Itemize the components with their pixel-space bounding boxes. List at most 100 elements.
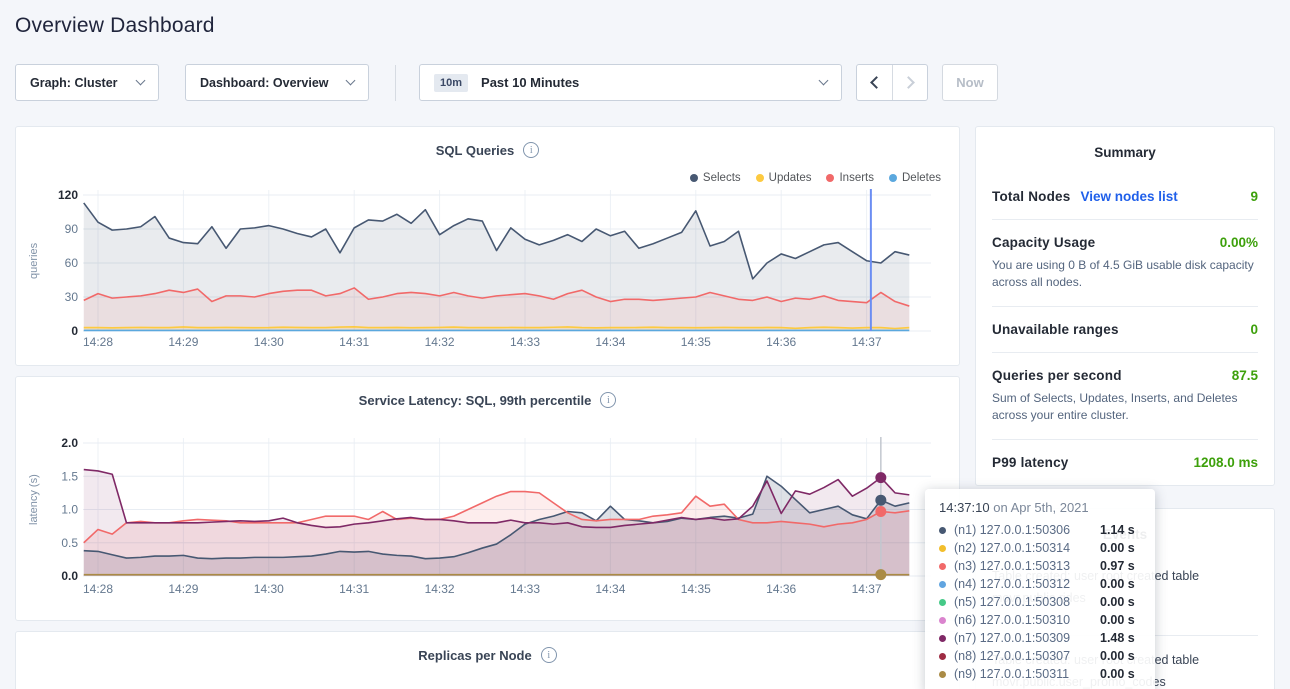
total-nodes-value: 9 — [1250, 189, 1258, 204]
svg-text:30: 30 — [65, 290, 79, 304]
tooltip-row: (n8) 127.0.0.1:503070.00 s — [939, 647, 1141, 665]
y-axis-label: latency (s) — [28, 505, 40, 525]
sql-queries-panel: SQL Queries SelectsUpdatesInsertsDeletes… — [15, 126, 960, 366]
svg-text:14:32: 14:32 — [425, 335, 455, 349]
legend-dot-icon — [889, 174, 897, 182]
capacity-subtext: You are using 0 B of 4.5 GiB usable disk… — [992, 257, 1258, 291]
svg-text:14:29: 14:29 — [168, 335, 198, 349]
svg-text:0.0: 0.0 — [61, 569, 78, 583]
svg-text:1.5: 1.5 — [61, 469, 78, 483]
now-button[interactable]: Now — [942, 64, 998, 101]
svg-text:14:32: 14:32 — [425, 582, 455, 596]
svg-text:14:35: 14:35 — [681, 582, 711, 596]
series-dot-icon — [939, 671, 946, 678]
tooltip-node-value: 0.00 s — [1100, 667, 1135, 681]
toolbar-divider — [395, 65, 396, 101]
tooltip-node-value: 0.00 s — [1100, 577, 1135, 591]
series-dot-icon — [939, 581, 946, 588]
p99-latency-value: 1208.0 ms — [1193, 455, 1258, 470]
tooltip-row: (n2) 127.0.0.1:503140.00 s — [939, 539, 1141, 557]
tooltip-node-value: 0.00 s — [1100, 595, 1135, 609]
chart-title: SQL Queries — [436, 143, 515, 158]
svg-text:14:33: 14:33 — [510, 335, 540, 349]
page-title: Overview Dashboard — [15, 14, 1275, 38]
chart-title: Replicas per Node — [418, 648, 531, 663]
sql-queries-title-row: SQL Queries — [16, 127, 959, 158]
time-range-dropdown[interactable]: 10m Past 10 Minutes — [419, 64, 842, 101]
chevron-down-icon — [346, 76, 356, 86]
time-forward-button[interactable] — [892, 65, 927, 100]
svg-text:14:30: 14:30 — [254, 582, 284, 596]
tooltip-row: (n5) 127.0.0.1:503080.00 s — [939, 593, 1141, 611]
series-dot-icon — [939, 653, 946, 660]
svg-text:14:33: 14:33 — [510, 582, 540, 596]
info-icon[interactable] — [523, 142, 539, 158]
svg-text:14:37: 14:37 — [852, 335, 882, 349]
series-dot-icon — [939, 599, 946, 606]
tooltip-row: (n3) 127.0.0.1:503130.97 s — [939, 557, 1141, 575]
tooltip-row: (n1) 127.0.0.1:503061.14 s — [939, 521, 1141, 539]
tooltip-node-label: (n3) 127.0.0.1:50313 — [954, 559, 1100, 573]
tooltip-node-label: (n4) 127.0.0.1:50312 — [954, 577, 1100, 591]
summary-header: Summary — [992, 127, 1258, 173]
tooltip-row: (n4) 127.0.0.1:503120.00 s — [939, 575, 1141, 593]
charts-column: SQL Queries SelectsUpdatesInsertsDeletes… — [15, 126, 960, 689]
tooltip-node-value: 0.00 s — [1100, 541, 1135, 555]
y-axis-label: queries — [28, 259, 40, 279]
capacity-label: Capacity Usage — [992, 235, 1095, 250]
summary-row-total-nodes: Total Nodes View nodes list 9 — [992, 173, 1258, 219]
qps-subtext: Sum of Selects, Updates, Inserts, and De… — [992, 390, 1258, 424]
series-dot-icon — [939, 635, 946, 642]
qps-label: Queries per second — [992, 368, 1122, 383]
svg-text:14:37: 14:37 — [852, 582, 882, 596]
svg-text:14:30: 14:30 — [254, 335, 284, 349]
replicas-title-row: Replicas per Node — [16, 632, 959, 663]
tooltip-node-value: 0.00 s — [1100, 649, 1135, 663]
time-back-button[interactable] — [857, 65, 892, 100]
svg-text:14:34: 14:34 — [595, 582, 625, 596]
tooltip-timestamp: 14:37:10 on Apr 5th, 2021 — [939, 500, 1141, 515]
total-nodes-label: Total Nodes — [992, 189, 1070, 204]
replicas-per-node-panel: Replicas per Node — [15, 631, 960, 689]
dashboard-dropdown-label: Dashboard: Overview — [200, 76, 329, 90]
series-dot-icon — [939, 617, 946, 624]
unavailable-ranges-label: Unavailable ranges — [992, 322, 1119, 337]
svg-text:14:34: 14:34 — [595, 335, 625, 349]
chevron-down-icon — [819, 76, 829, 86]
view-nodes-list-link[interactable]: View nodes list — [1080, 189, 1177, 204]
series-dot-icon — [939, 545, 946, 552]
summary-row-p99: P99 latency 1208.0 ms — [992, 439, 1258, 485]
legend-dot-icon — [690, 174, 698, 182]
tooltip-node-label: (n6) 127.0.0.1:50310 — [954, 613, 1100, 627]
p99-latency-label: P99 latency — [992, 455, 1069, 470]
dashboard-dropdown[interactable]: Dashboard: Overview — [185, 64, 369, 101]
toolbar: Graph: Cluster Dashboard: Overview 10m P… — [15, 64, 1275, 101]
svg-text:0: 0 — [71, 324, 78, 338]
tooltip-node-label: (n1) 127.0.0.1:50306 — [954, 523, 1100, 537]
svg-text:14:36: 14:36 — [766, 335, 796, 349]
sql-queries-chart[interactable]: 14:2814:2914:3014:3114:3214:3314:3414:35… — [16, 182, 961, 362]
info-icon[interactable] — [541, 647, 557, 663]
graph-dropdown[interactable]: Graph: Cluster — [15, 64, 159, 101]
summary-row-qps: Queries per second 87.5 Sum of Selects, … — [992, 352, 1258, 439]
chevron-left-icon — [870, 76, 883, 89]
info-icon[interactable] — [600, 392, 616, 408]
time-range-label: Past 10 Minutes — [481, 75, 579, 90]
series-dot-icon — [939, 527, 946, 534]
summary-row-unavailable: Unavailable ranges 0 — [992, 306, 1258, 352]
time-range-badge: 10m — [434, 74, 468, 92]
chart-hover-tooltip: 14:37:10 on Apr 5th, 2021 (n1) 127.0.0.1… — [925, 489, 1155, 689]
tooltip-node-value: 1.48 s — [1100, 631, 1135, 645]
service-latency-chart[interactable]: 14:2814:2914:3014:3114:3214:3314:3414:35… — [16, 430, 961, 605]
tooltip-node-value: 0.97 s — [1100, 559, 1135, 573]
tooltip-node-label: (n5) 127.0.0.1:50308 — [954, 595, 1100, 609]
svg-text:1.0: 1.0 — [61, 503, 78, 517]
summary-row-capacity: Capacity Usage 0.00% You are using 0 B o… — [992, 219, 1258, 306]
summary-panel: Summary Total Nodes View nodes list 9 Ca… — [975, 126, 1275, 486]
tooltip-node-label: (n7) 127.0.0.1:50309 — [954, 631, 1100, 645]
svg-text:120: 120 — [58, 188, 78, 202]
tooltip-rows: (n1) 127.0.0.1:503061.14 s(n2) 127.0.0.1… — [939, 521, 1141, 683]
legend-dot-icon — [826, 174, 834, 182]
svg-text:14:31: 14:31 — [339, 335, 369, 349]
qps-value: 87.5 — [1232, 368, 1258, 383]
